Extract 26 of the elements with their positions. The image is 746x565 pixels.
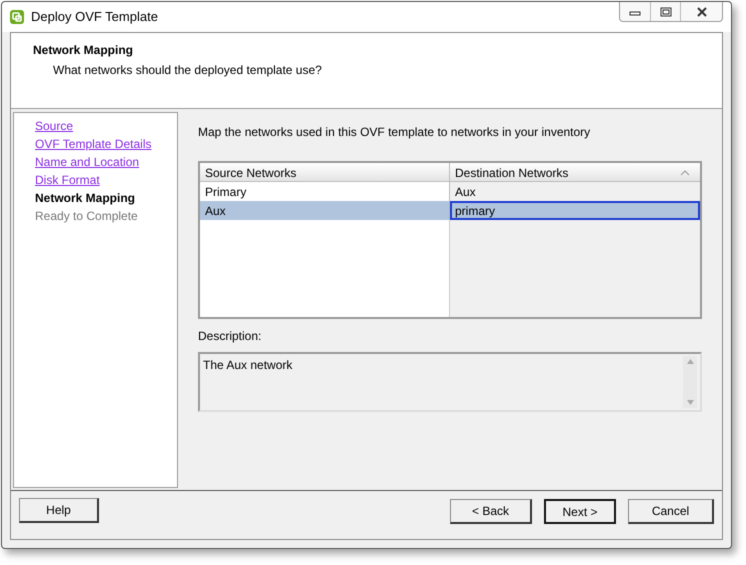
table-cell[interactable]: Primary xyxy=(200,182,450,201)
column-header[interactable]: Source Networks xyxy=(200,163,450,181)
dialog-button[interactable]: Help xyxy=(19,498,99,523)
sort-icon xyxy=(681,170,689,176)
description-box[interactable]: The Aux network xyxy=(198,352,702,412)
dialog-button[interactable]: Next > xyxy=(544,499,616,524)
maximize-icon xyxy=(660,6,672,16)
instruction-text: Map the networks used in this OVF template to networks in your inventory xyxy=(198,125,590,139)
column-header[interactable]: Destination Networks xyxy=(450,163,700,181)
app-icon xyxy=(9,9,25,25)
table-cell[interactable]: primary xyxy=(450,201,700,220)
table-cell[interactable]: Aux xyxy=(450,182,700,201)
close-icon xyxy=(696,6,708,16)
dialog-button[interactable]: < Back xyxy=(450,499,532,524)
page-title: Network Mapping xyxy=(33,42,134,59)
description-label: Description: xyxy=(198,329,262,343)
step-link[interactable]: OVF Template Details xyxy=(35,137,152,151)
step-link[interactable]: Disk Format xyxy=(35,173,100,187)
pending-step: Ready to Complete xyxy=(35,209,138,223)
step-link[interactable]: Name and Location xyxy=(35,155,140,169)
window-title: Deploy OVF Template xyxy=(31,8,158,26)
table-cell[interactable]: Aux xyxy=(200,201,450,220)
current-step: Network Mapping xyxy=(35,191,136,205)
page-subtitle: What networks should the deployed template use? xyxy=(52,62,322,79)
dialog-button[interactable]: Cancel xyxy=(628,499,714,524)
step-link[interactable]: Source xyxy=(35,119,74,133)
